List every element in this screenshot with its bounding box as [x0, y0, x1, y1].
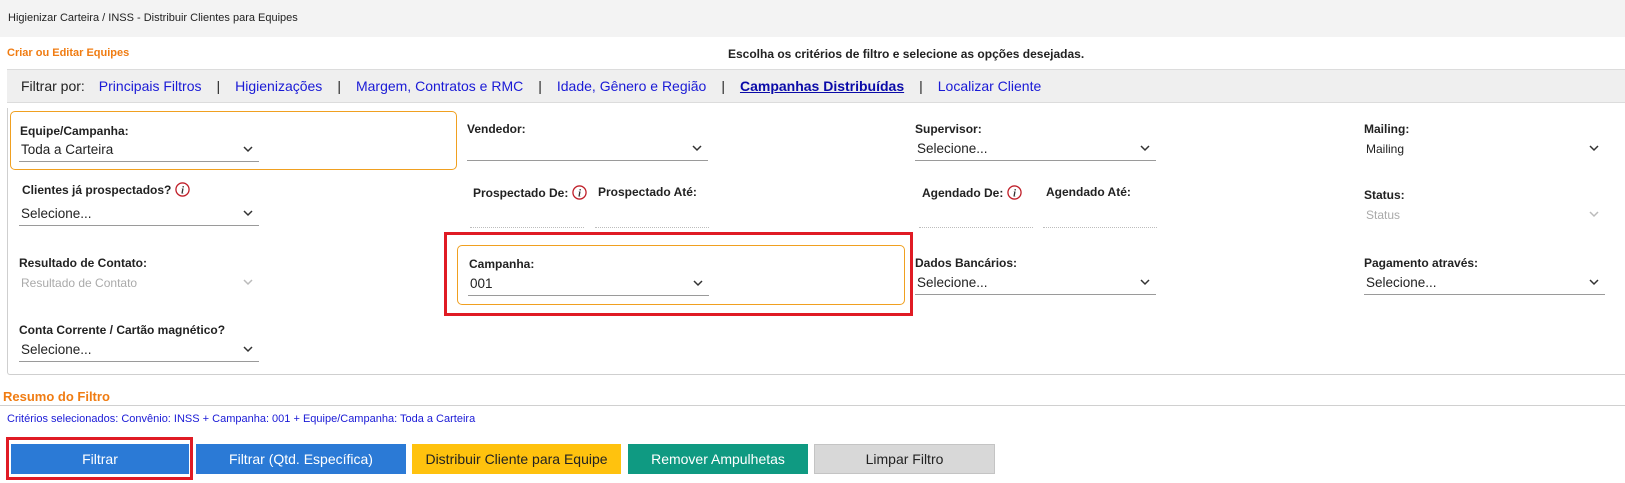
chevron-down-icon — [1589, 145, 1599, 152]
filter-tab-bar: Filtrar por: Principais Filtros | Higien… — [7, 69, 1625, 103]
tab-idade-genero-regiao[interactable]: Idade, Gênero e Região — [557, 78, 706, 94]
tab-separator: | — [216, 78, 221, 94]
edit-teams-link[interactable]: Criar ou Editar Equipes — [7, 47, 129, 59]
agendado-de-input[interactable] — [919, 227, 1033, 228]
svg-text:i: i — [1013, 188, 1016, 199]
mailing-label: Mailing: — [1364, 122, 1410, 136]
filter-bar-label: Filtrar por: — [21, 78, 85, 94]
chevron-down-icon — [243, 346, 253, 353]
equipe-select[interactable]: Toda a Carteira — [19, 140, 259, 162]
supervisor-label: Supervisor: — [915, 122, 982, 136]
chevron-down-icon — [1589, 279, 1599, 286]
chevron-down-icon — [243, 279, 253, 286]
conta-corrente-value: Selecione... — [21, 342, 92, 357]
supervisor-select[interactable]: Selecione... — [915, 139, 1156, 161]
tab-higienizacoes[interactable]: Higienizações — [235, 78, 322, 94]
filtrar-qtd-especifica-button[interactable]: Filtrar (Qtd. Específica) — [196, 444, 406, 474]
pagamento-label: Pagamento através: — [1364, 256, 1479, 270]
agendado-de-label-text: Agendado De: — [922, 186, 1004, 200]
supervisor-value: Selecione... — [917, 141, 988, 156]
instructions-text: Escolha os critérios de filtro e selecio… — [728, 47, 1085, 61]
pagamento-value: Selecione... — [1366, 275, 1437, 290]
clientes-prospectados-value: Selecione... — [21, 206, 92, 221]
resultado-contato-label: Resultado de Contato: — [19, 256, 147, 270]
clientes-prospectados-label: Clientes já prospectados? i — [22, 182, 191, 197]
tab-margem-contratos-rmc[interactable]: Margem, Contratos e RMC — [356, 78, 523, 94]
tab-principais-filtros[interactable]: Principais Filtros — [99, 78, 202, 94]
svg-text:i: i — [181, 185, 184, 196]
pagamento-select[interactable]: Selecione... — [1364, 273, 1605, 295]
tab-separator: | — [337, 78, 341, 94]
prospectado-de-input[interactable] — [470, 227, 584, 228]
tab-separator: | — [538, 78, 542, 94]
info-icon[interactable]: i — [572, 185, 588, 200]
conta-corrente-select[interactable]: Selecione... — [19, 340, 259, 362]
chevron-down-icon — [1140, 145, 1150, 152]
distribuir-cliente-button[interactable]: Distribuir Cliente para Equipe — [412, 444, 621, 474]
prospectado-ate-label: Prospectado Até: — [598, 185, 697, 199]
mailing-select[interactable]: Mailing — [1364, 139, 1605, 161]
dados-bancarios-value: Selecione... — [917, 275, 988, 290]
conta-corrente-label: Conta Corrente / Cartão magnético? — [19, 323, 226, 337]
svg-text:i: i — [578, 188, 581, 199]
resultado-contato-select[interactable]: Resultado de Contato — [19, 273, 259, 295]
mailing-value: Mailing — [1366, 142, 1405, 156]
agendado-ate-input[interactable] — [1043, 227, 1157, 228]
tab-localizar-cliente[interactable]: Localizar Cliente — [938, 78, 1042, 94]
resultado-contato-value: Resultado de Contato — [21, 276, 138, 290]
clientes-prospectados-label-text: Clientes já prospectados? — [22, 183, 172, 197]
breadcrumb: Higienizar Carteira / INSS - Distribuir … — [8, 12, 298, 24]
prospectado-ate-input[interactable] — [595, 227, 709, 228]
info-icon[interactable]: i — [1007, 185, 1023, 200]
tab-separator: | — [919, 78, 923, 94]
prospectado-de-label: Prospectado De: i — [473, 185, 588, 200]
prospectado-de-label-text: Prospectado De: — [473, 186, 569, 200]
campanha-select[interactable]: 001 — [468, 274, 709, 296]
dados-bancarios-select[interactable]: Selecione... — [915, 273, 1156, 295]
dados-bancarios-label: Dados Bancários: — [915, 256, 1018, 270]
remover-ampulhetas-button[interactable]: Remover Ampulhetas — [628, 444, 808, 474]
agendado-ate-label: Agendado Até: — [1046, 185, 1131, 199]
status-value: Status — [1366, 208, 1401, 222]
campanha-label: Campanha: — [469, 257, 535, 271]
chevron-down-icon — [692, 145, 702, 152]
tab-separator: | — [721, 78, 725, 94]
top-bar: Higienizar Carteira / INSS - Distribuir … — [0, 0, 1625, 37]
tab-campanhas-distribuidas[interactable]: Campanhas Distribuídas — [740, 78, 904, 94]
agendado-de-label: Agendado De: i — [922, 185, 1023, 200]
chevron-down-icon — [243, 146, 253, 153]
chevron-down-icon — [693, 280, 703, 287]
campanha-value: 001 — [470, 276, 493, 291]
vendedor-select[interactable] — [467, 139, 708, 161]
resumo-title: Resumo do Filtro — [3, 389, 110, 404]
clientes-prospectados-select[interactable]: Selecione... — [19, 204, 259, 226]
chevron-down-icon — [1589, 211, 1599, 218]
vendedor-label: Vendedor: — [467, 122, 526, 136]
limpar-filtro-button[interactable]: Limpar Filtro — [814, 444, 995, 474]
chevron-down-icon — [1140, 279, 1150, 286]
status-label: Status: — [1364, 188, 1405, 202]
filtrar-button[interactable]: Filtrar — [11, 444, 189, 474]
info-icon[interactable]: i — [175, 182, 191, 197]
status-select[interactable]: Status — [1364, 205, 1605, 227]
equipe-value: Toda a Carteira — [21, 142, 114, 157]
selected-criteria-text: Critérios selecionados: Convênio: INSS +… — [7, 413, 476, 425]
chevron-down-icon — [243, 210, 253, 217]
equipe-label: Equipe/Campanha: — [20, 124, 129, 138]
resumo-divider — [0, 405, 1625, 406]
